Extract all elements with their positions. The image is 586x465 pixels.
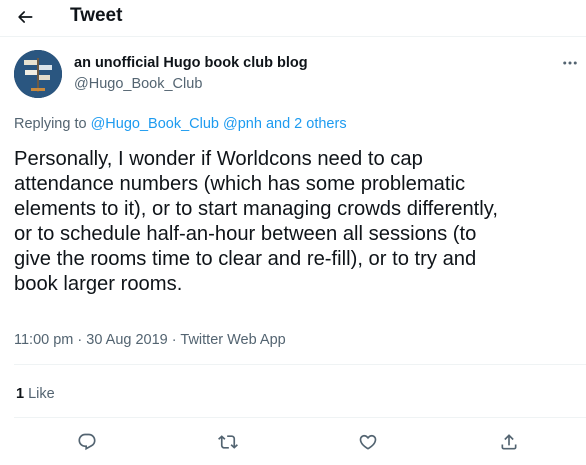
like-button[interactable] — [356, 430, 380, 454]
reply-icon — [78, 433, 96, 451]
heart-icon — [359, 434, 377, 450]
page-title: Tweet — [70, 5, 123, 26]
tweet-text: Personally, I wonder if Worldcons need t… — [14, 147, 586, 297]
tweet-text-line: attendance numbers (which has some probl… — [14, 173, 466, 195]
share-button[interactable] — [497, 430, 521, 454]
tweet-text-line: or to schedule half-an-hour between all … — [14, 223, 477, 245]
tweet-header: Tweet — [0, 0, 586, 36]
header-divider — [0, 36, 586, 37]
author-name[interactable]: an unofficial Hugo book club blog — [74, 55, 308, 71]
retweet-icon — [218, 435, 238, 449]
mention-link[interactable]: @pnh — [223, 116, 262, 132]
replying-to-label: Replying to — [14, 116, 87, 132]
more-horizontal-icon — [563, 61, 577, 65]
tweet-text-line: Personally, I wonder if Worldcons need t… — [14, 148, 423, 170]
likes-label: Like — [28, 386, 55, 402]
reply-button[interactable] — [75, 430, 99, 454]
tweet-timestamp[interactable]: 11:00 pm · 30 Aug 2019 — [14, 332, 168, 348]
tweet-time: 11:00 pm — [14, 332, 74, 348]
tweet-source: Twitter Web App — [180, 332, 286, 348]
replying-to: Replying to @Hugo_Book_Club @pnh and 2 o… — [14, 116, 347, 132]
author-handle[interactable]: @Hugo_Book_Club — [74, 76, 202, 92]
avatar-image — [14, 50, 62, 98]
retweet-button[interactable] — [216, 430, 240, 454]
others-link[interactable]: and 2 others — [266, 116, 347, 132]
likes-link[interactable]: 1 Like — [16, 386, 55, 402]
avatar[interactable] — [14, 50, 62, 98]
tweet-text-line: elements to it), or to start managing cr… — [14, 198, 498, 220]
tweet-text-line: give the rooms time to clear and re-fill… — [14, 248, 477, 270]
share-icon — [501, 434, 517, 450]
more-button[interactable] — [560, 54, 580, 72]
tweet-date: 30 Aug 2019 — [86, 332, 168, 348]
divider — [14, 364, 586, 365]
tweet-metadata: 11:00 pm · 30 Aug 2019 · Twitter Web App — [14, 332, 286, 348]
likes-count: 1 — [16, 386, 25, 402]
separator: · — [77, 332, 83, 348]
divider — [14, 417, 586, 418]
mention-link[interactable]: @Hugo_Book_Club — [91, 116, 219, 132]
separator: · — [171, 332, 177, 348]
back-button[interactable] — [12, 5, 38, 29]
tweet-text-line: book larger rooms. — [14, 273, 183, 295]
arrow-left-icon — [18, 11, 33, 23]
